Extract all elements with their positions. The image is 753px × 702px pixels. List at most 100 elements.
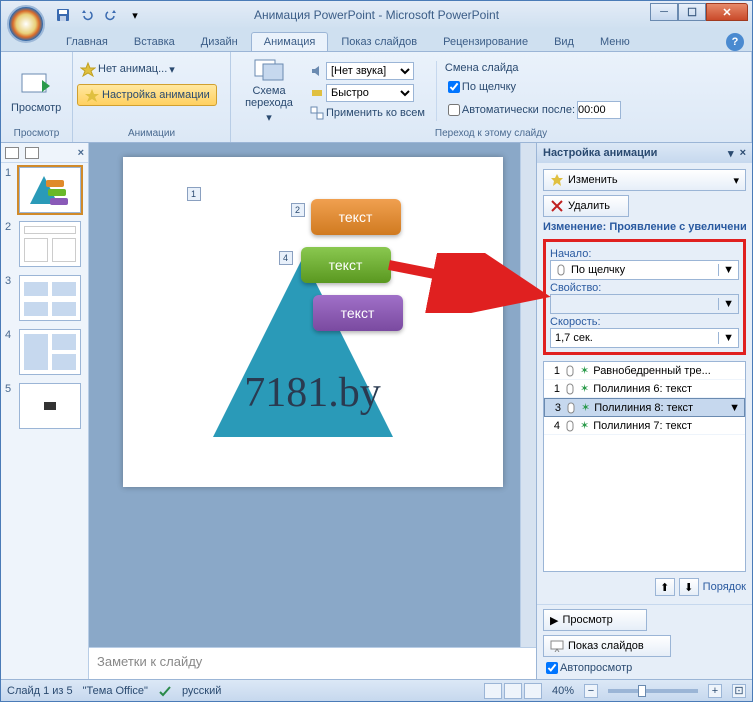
highlighted-settings: Начало: По щелчку▼ Свойство: ▼ Скорость:…: [543, 239, 746, 355]
anim-item-1[interactable]: 1✶Равнобедренный тре...: [544, 362, 745, 380]
property-dropdown: ▼: [550, 294, 739, 314]
thumb-1[interactable]: 1: [1, 163, 88, 217]
title-bar: ▾ Анимация PowerPoint - Microsoft PowerP…: [1, 1, 752, 29]
property-label: Свойство:: [550, 282, 739, 294]
speed-dropdown[interactable]: Быстро: [307, 83, 428, 103]
autopreview-checkbox[interactable]: Автопросмотр: [543, 661, 746, 675]
tab-menu[interactable]: Меню: [587, 32, 643, 51]
anim-item-4[interactable]: 4✶Полилиния 7: текст: [544, 417, 745, 435]
preview-icon: [20, 68, 52, 100]
tab-design[interactable]: Дизайн: [188, 32, 251, 51]
group-anim-label: Анимации: [77, 127, 226, 140]
anim-badge-1[interactable]: 1: [187, 187, 201, 201]
reorder-down-button[interactable]: ⬇: [679, 578, 699, 596]
no-animation-dropdown[interactable]: Нет анимац... ▾: [77, 60, 178, 78]
anim-item-3[interactable]: 3✶Полилиния 8: текст▼: [544, 398, 745, 417]
apply-all-icon: [310, 106, 324, 120]
effect-icon: ✶: [581, 401, 590, 414]
minimize-button[interactable]: ─: [650, 3, 678, 21]
pane-play-button[interactable]: ▶Просмотр: [543, 609, 647, 631]
advance-time-input[interactable]: [577, 101, 621, 119]
qat-more-icon[interactable]: ▾: [125, 6, 145, 24]
group-preview-label: Просмотр: [5, 127, 68, 140]
change-section-title: Изменение: Проявление с увеличением: [543, 221, 746, 233]
tab-view[interactable]: Вид: [541, 32, 587, 51]
star-add-icon: [550, 173, 564, 187]
view-slideshow-button[interactable]: [524, 683, 542, 699]
view-sorter-button[interactable]: [504, 683, 522, 699]
advance-auto-checkbox[interactable]: Автоматически после:: [445, 100, 624, 120]
mouse-icon: [565, 402, 577, 414]
group-transition-label: Переход к этому слайду: [235, 127, 747, 140]
thumb-2[interactable]: 2: [1, 217, 88, 271]
start-dropdown[interactable]: По щелчку▼: [550, 260, 739, 280]
view-normal-button[interactable]: [484, 683, 502, 699]
ribbon: Просмотр Просмотр Нет анимац... ▾ Настро…: [1, 51, 752, 143]
tab-animation[interactable]: Анимация: [251, 32, 329, 51]
normal-view-icon[interactable]: [5, 147, 19, 159]
slide-scrollbar-v[interactable]: [520, 143, 536, 647]
thumb-5[interactable]: 5: [1, 379, 88, 433]
maximize-button[interactable]: ☐: [678, 3, 706, 21]
apply-all-button[interactable]: Применить ко всем: [307, 105, 428, 121]
status-bar: Слайд 1 из 5 "Тема Office" русский 40% −…: [1, 679, 752, 701]
ribbon-tabs: Главная Вставка Дизайн Анимация Показ сл…: [1, 29, 752, 51]
shape-text-1[interactable]: текст: [311, 199, 401, 235]
change-effect-button[interactable]: Изменить▾: [543, 169, 746, 191]
tab-review[interactable]: Рецензирование: [430, 32, 541, 51]
animation-list[interactable]: 1✶Равнобедренный тре... 1✶Полилиния 6: т…: [543, 361, 746, 572]
slide-canvas[interactable]: 1 2 4 3 текст текст текст 7181.by: [123, 157, 503, 487]
slide-thumbnails-panel: × 1 2 3 4 5: [1, 143, 89, 679]
thumb-3[interactable]: 3: [1, 271, 88, 325]
outline-view-icon[interactable]: [25, 147, 39, 159]
pane-title: Настройка анимации: [543, 147, 657, 159]
pane-slideshow-button[interactable]: Показ слайдов: [543, 635, 671, 657]
zoom-value[interactable]: 40%: [552, 685, 574, 697]
office-button[interactable]: [7, 5, 45, 43]
advance-click-checkbox[interactable]: По щелчку: [445, 77, 624, 97]
close-button[interactable]: ✕: [706, 3, 748, 21]
sound-dropdown[interactable]: [Нет звука]: [307, 61, 428, 81]
remove-effect-button[interactable]: Удалить: [543, 195, 629, 217]
mouse-icon: [555, 264, 567, 276]
scheme-icon: [253, 58, 285, 83]
mouse-icon: [564, 383, 576, 395]
spellcheck-icon[interactable]: [158, 684, 172, 698]
speed-dropdown-pane[interactable]: 1,7 сек.▼: [550, 328, 739, 348]
effect-icon: ✶: [580, 382, 589, 395]
play-icon: ▶: [550, 614, 558, 627]
slideshow-icon: [550, 640, 564, 652]
custom-anim-icon: [84, 87, 100, 103]
effect-icon: ✶: [580, 364, 589, 377]
anim-item-2[interactable]: 1✶Полилиния 6: текст: [544, 380, 745, 398]
tab-insert[interactable]: Вставка: [121, 32, 188, 51]
preview-button[interactable]: Просмотр: [5, 56, 67, 126]
redo-icon[interactable]: [101, 6, 121, 24]
zoom-in-button[interactable]: +: [708, 684, 722, 698]
language[interactable]: русский: [182, 685, 221, 697]
animation-pane: Настройка анимации ▾ × Изменить▾ Удалить…: [536, 143, 752, 679]
custom-animation-button[interactable]: Настройка анимации: [77, 84, 217, 106]
shape-text-2[interactable]: текст: [301, 247, 391, 283]
notes-pane[interactable]: Заметки к слайду: [89, 647, 536, 679]
zoom-slider[interactable]: [608, 689, 698, 693]
transition-scheme-button[interactable]: Схема перехода▾: [235, 56, 303, 126]
tab-home[interactable]: Главная: [53, 32, 121, 51]
zoom-out-button[interactable]: −: [584, 684, 598, 698]
undo-icon[interactable]: [77, 6, 97, 24]
reorder-up-button[interactable]: ⬆: [655, 578, 675, 596]
slide-editor: 1 2 4 3 текст текст текст 7181.by Заметк…: [89, 143, 536, 679]
fit-button[interactable]: ⊡: [732, 684, 746, 698]
tab-slideshow[interactable]: Показ слайдов: [328, 32, 430, 51]
item-dropdown-icon[interactable]: ▼: [729, 402, 740, 414]
pane-close-button[interactable]: ×: [740, 147, 746, 159]
remove-icon: [550, 199, 564, 213]
help-button[interactable]: ?: [726, 33, 744, 51]
shape-text-3[interactable]: текст: [313, 295, 403, 331]
pane-dropdown-icon[interactable]: ▾: [728, 147, 734, 160]
thumb-4[interactable]: 4: [1, 325, 88, 379]
watermark: 7181.by: [244, 369, 381, 417]
save-icon[interactable]: [53, 6, 73, 24]
anim-badge-2[interactable]: 2: [291, 203, 305, 217]
thumbs-close-button[interactable]: ×: [78, 147, 84, 159]
